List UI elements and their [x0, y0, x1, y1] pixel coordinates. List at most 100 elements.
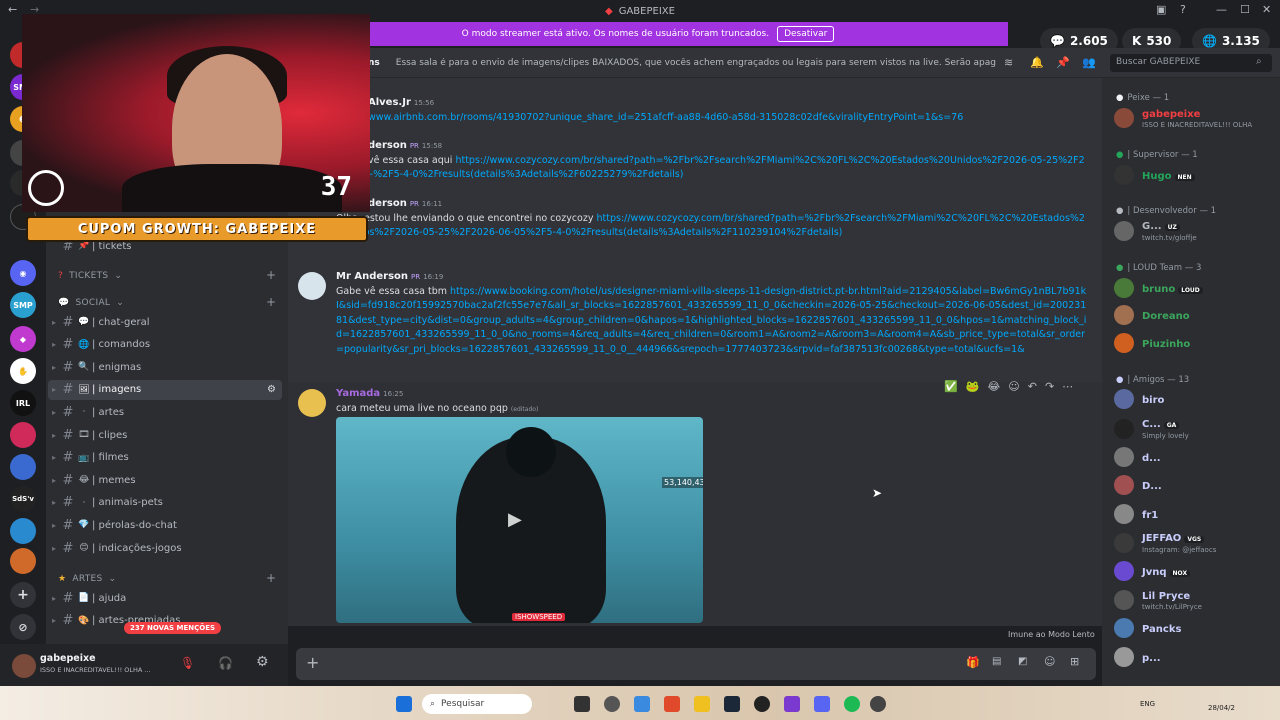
member-item[interactable]: Lil Pryce twitch.tv/LilPryce — [1114, 586, 1278, 614]
server-icon[interactable] — [10, 422, 36, 448]
add-channel-icon[interactable]: + — [266, 268, 276, 282]
channel-item[interactable]: ▸ # 😂 | memes — [48, 470, 282, 490]
bell-icon[interactable]: 🔔 — [1030, 56, 1044, 69]
sticker-icon[interactable]: ◩ — [1018, 656, 1027, 667]
server-icon[interactable] — [10, 548, 36, 574]
channel-item[interactable]: ▸ # 📄 | ajuda — [48, 588, 282, 608]
member-item[interactable]: p... — [1114, 643, 1278, 671]
app-icon[interactable] — [604, 696, 620, 712]
search-input[interactable]: Buscar GABEPEIXE — [1110, 54, 1272, 72]
server-icon[interactable]: ✋ — [10, 358, 36, 384]
avatar[interactable] — [298, 272, 326, 300]
attach-plus-icon[interactable]: + — [306, 653, 319, 672]
add-reaction-icon[interactable]: ☺ — [1008, 380, 1019, 393]
add-channel-icon[interactable]: + — [266, 571, 276, 585]
avatar[interactable] — [12, 654, 36, 678]
folder-icon[interactable] — [694, 696, 710, 712]
channel-item[interactable]: ▸ # · | animais-pets — [48, 493, 282, 513]
server-icon[interactable]: IRL — [10, 390, 36, 416]
discord-icon[interactable] — [814, 696, 830, 712]
gif-icon[interactable]: ▤ — [992, 656, 1001, 667]
member-item[interactable]: Doreano — [1114, 301, 1278, 329]
threads-icon[interactable]: ≋ — [1004, 56, 1013, 69]
channel-item[interactable]: ▸ # 💬 | chat-geral — [48, 312, 282, 332]
message-input[interactable]: + 🎁 ▤ ◩ ☺ ⊞ — [296, 648, 1096, 680]
disable-streamer-button[interactable]: Desativar — [777, 26, 835, 42]
member-item[interactable]: Hugo NEN — [1114, 161, 1278, 189]
obs-icon[interactable] — [754, 696, 770, 712]
server-icon[interactable]: ◉ — [10, 260, 36, 286]
channel-item[interactable]: ▸ # 😊 | indicações-jogos — [48, 538, 282, 558]
member-activity: Instagram: @jeffaocs — [1142, 546, 1217, 554]
record-ring-icon — [28, 170, 64, 206]
reply-icon[interactable]: ↶ — [1028, 380, 1037, 393]
reaction-icon[interactable]: 🐸 — [966, 380, 980, 393]
channel-item[interactable]: ▸ # 🔍 | enigmas — [48, 357, 282, 377]
inbox-icon[interactable]: ▣ — [1156, 3, 1166, 16]
spotify-icon[interactable] — [844, 696, 860, 712]
new-mentions-badge[interactable]: 237 NOVAS MENÇÕES — [124, 622, 222, 634]
mute-icon[interactable]: 🎙 — [180, 656, 195, 670]
avatar[interactable] — [298, 389, 326, 417]
server-icon[interactable] — [10, 454, 36, 480]
reaction-icon[interactable]: 😂 — [987, 380, 1000, 393]
hash-icon: # — [62, 540, 74, 556]
category-artes[interactable]: ★ ARTES ⌄ — [58, 574, 116, 584]
gift-icon[interactable]: 🎁 — [966, 656, 980, 669]
member-item[interactable]: gabepeixe ISSO E INACREDITAVEL!!! OLHA — [1114, 104, 1278, 132]
member-item[interactable]: JEFFAO VGS Instagram: @jeffaocs — [1114, 529, 1278, 557]
task-view-icon[interactable] — [574, 696, 590, 712]
category-tickets[interactable]: ? TICKETS ⌄ — [58, 271, 122, 281]
back-arrow-icon[interactable]: ← — [8, 3, 17, 16]
add-channel-icon[interactable]: + — [266, 295, 276, 309]
settings-gear-icon[interactable]: ⚙ — [256, 654, 269, 670]
server-icon[interactable]: SMP — [10, 292, 36, 318]
channel-settings-icon[interactable]: ⚙ — [267, 384, 276, 395]
minimize-icon[interactable]: — — [1216, 3, 1227, 16]
member-item[interactable]: Pancks — [1114, 614, 1278, 642]
member-item[interactable]: G... UZ twitch.tv/gloffje — [1114, 217, 1278, 245]
app-icon[interactable] — [784, 696, 800, 712]
member-item[interactable]: bruno LOUD — [1114, 274, 1278, 302]
member-item[interactable]: C... GA Simply lovely — [1114, 415, 1278, 443]
check-reaction-icon[interactable]: ✅ — [944, 380, 958, 393]
emoji-icon[interactable]: ☺ — [1044, 655, 1055, 668]
steam-icon[interactable] — [724, 696, 740, 712]
app-icon[interactable] — [634, 696, 650, 712]
channel-item[interactable]: ▸ # · | artes — [48, 402, 282, 422]
member-item[interactable]: Jvnq NOX — [1114, 557, 1278, 585]
channel-topic[interactable]: Essa sala é para o envio de imagens/clip… — [396, 58, 996, 68]
windows-start-icon[interactable] — [396, 696, 412, 712]
channel-item[interactable]: ▸ # 🎞 | clipes — [48, 425, 282, 445]
member-item[interactable]: fr1 — [1114, 500, 1278, 528]
apps-icon[interactable]: ⊞ — [1070, 655, 1079, 668]
server-icon[interactable]: ◆ — [10, 326, 36, 352]
channel-item[interactable]: ▸ # 🌐 | comandos — [48, 335, 282, 355]
members-icon[interactable]: 👥 — [1082, 56, 1096, 69]
channel-item[interactable]: ▸ # 💎 | pérolas-do-chat — [48, 515, 282, 535]
play-icon[interactable]: ▶ — [508, 509, 522, 530]
more-icon[interactable]: ⋯ — [1062, 380, 1073, 393]
maximize-icon[interactable]: ☐ — [1240, 3, 1250, 16]
server-icon[interactable] — [10, 518, 36, 544]
member-item[interactable]: biro — [1114, 385, 1278, 413]
category-social[interactable]: 💬 SOCIAL ⌄ — [58, 298, 124, 308]
app-icon[interactable] — [870, 696, 886, 712]
server-icon[interactable]: SdS'v — [10, 486, 36, 512]
language-indicator[interactable]: ENG — [1140, 700, 1155, 708]
close-icon[interactable]: ✕ — [1262, 3, 1271, 16]
member-item[interactable]: Piuzinho — [1114, 329, 1278, 357]
app-icon[interactable] — [664, 696, 680, 712]
forward-icon[interactable]: ↷ — [1045, 380, 1054, 393]
member-item[interactable]: D... — [1114, 471, 1278, 499]
pin-icon[interactable]: 📌 — [1056, 56, 1070, 69]
channel-item[interactable]: ▸ # 📺 | filmes — [48, 448, 282, 468]
member-item[interactable]: d... — [1114, 443, 1278, 471]
channel-item[interactable]: ▸ # 🖼 | imagens ⚙ — [48, 379, 282, 400]
video-attachment[interactable]: 53,140,432 ISHOWSPEED ▶ — [336, 417, 703, 623]
taskbar-search[interactable]: ⌕ Pesquisar — [422, 694, 532, 714]
discover-icon[interactable]: ⊘ — [10, 614, 36, 640]
help-icon[interactable]: ? — [1180, 3, 1186, 16]
headphones-icon[interactable]: 🎧 — [218, 656, 233, 670]
add-server-icon[interactable]: + — [10, 582, 36, 608]
